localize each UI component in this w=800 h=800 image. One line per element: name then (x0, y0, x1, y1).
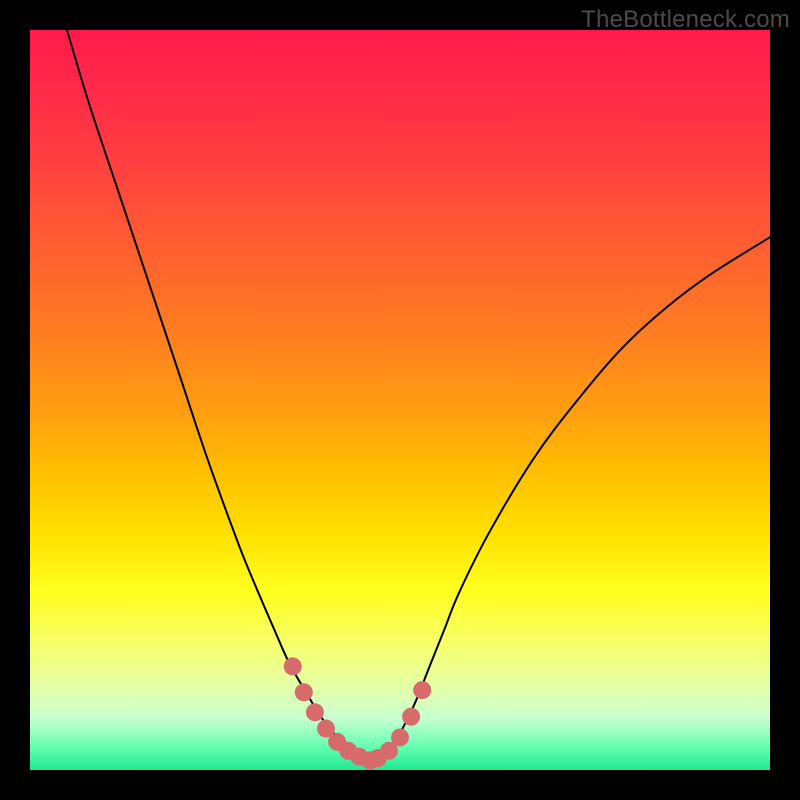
left-curve (67, 30, 370, 759)
chart-frame: TheBottleneck.com (0, 0, 800, 800)
marker-point (295, 683, 313, 701)
marker-point (306, 703, 324, 721)
chart-svg (30, 30, 770, 770)
watermark-text: TheBottleneck.com (581, 6, 790, 34)
marker-point (391, 728, 409, 746)
marker-point (284, 657, 302, 675)
right-curve (370, 237, 770, 759)
plot-area (30, 30, 770, 770)
marker-point (413, 681, 431, 699)
marker-group (284, 657, 432, 769)
marker-point (402, 708, 420, 726)
